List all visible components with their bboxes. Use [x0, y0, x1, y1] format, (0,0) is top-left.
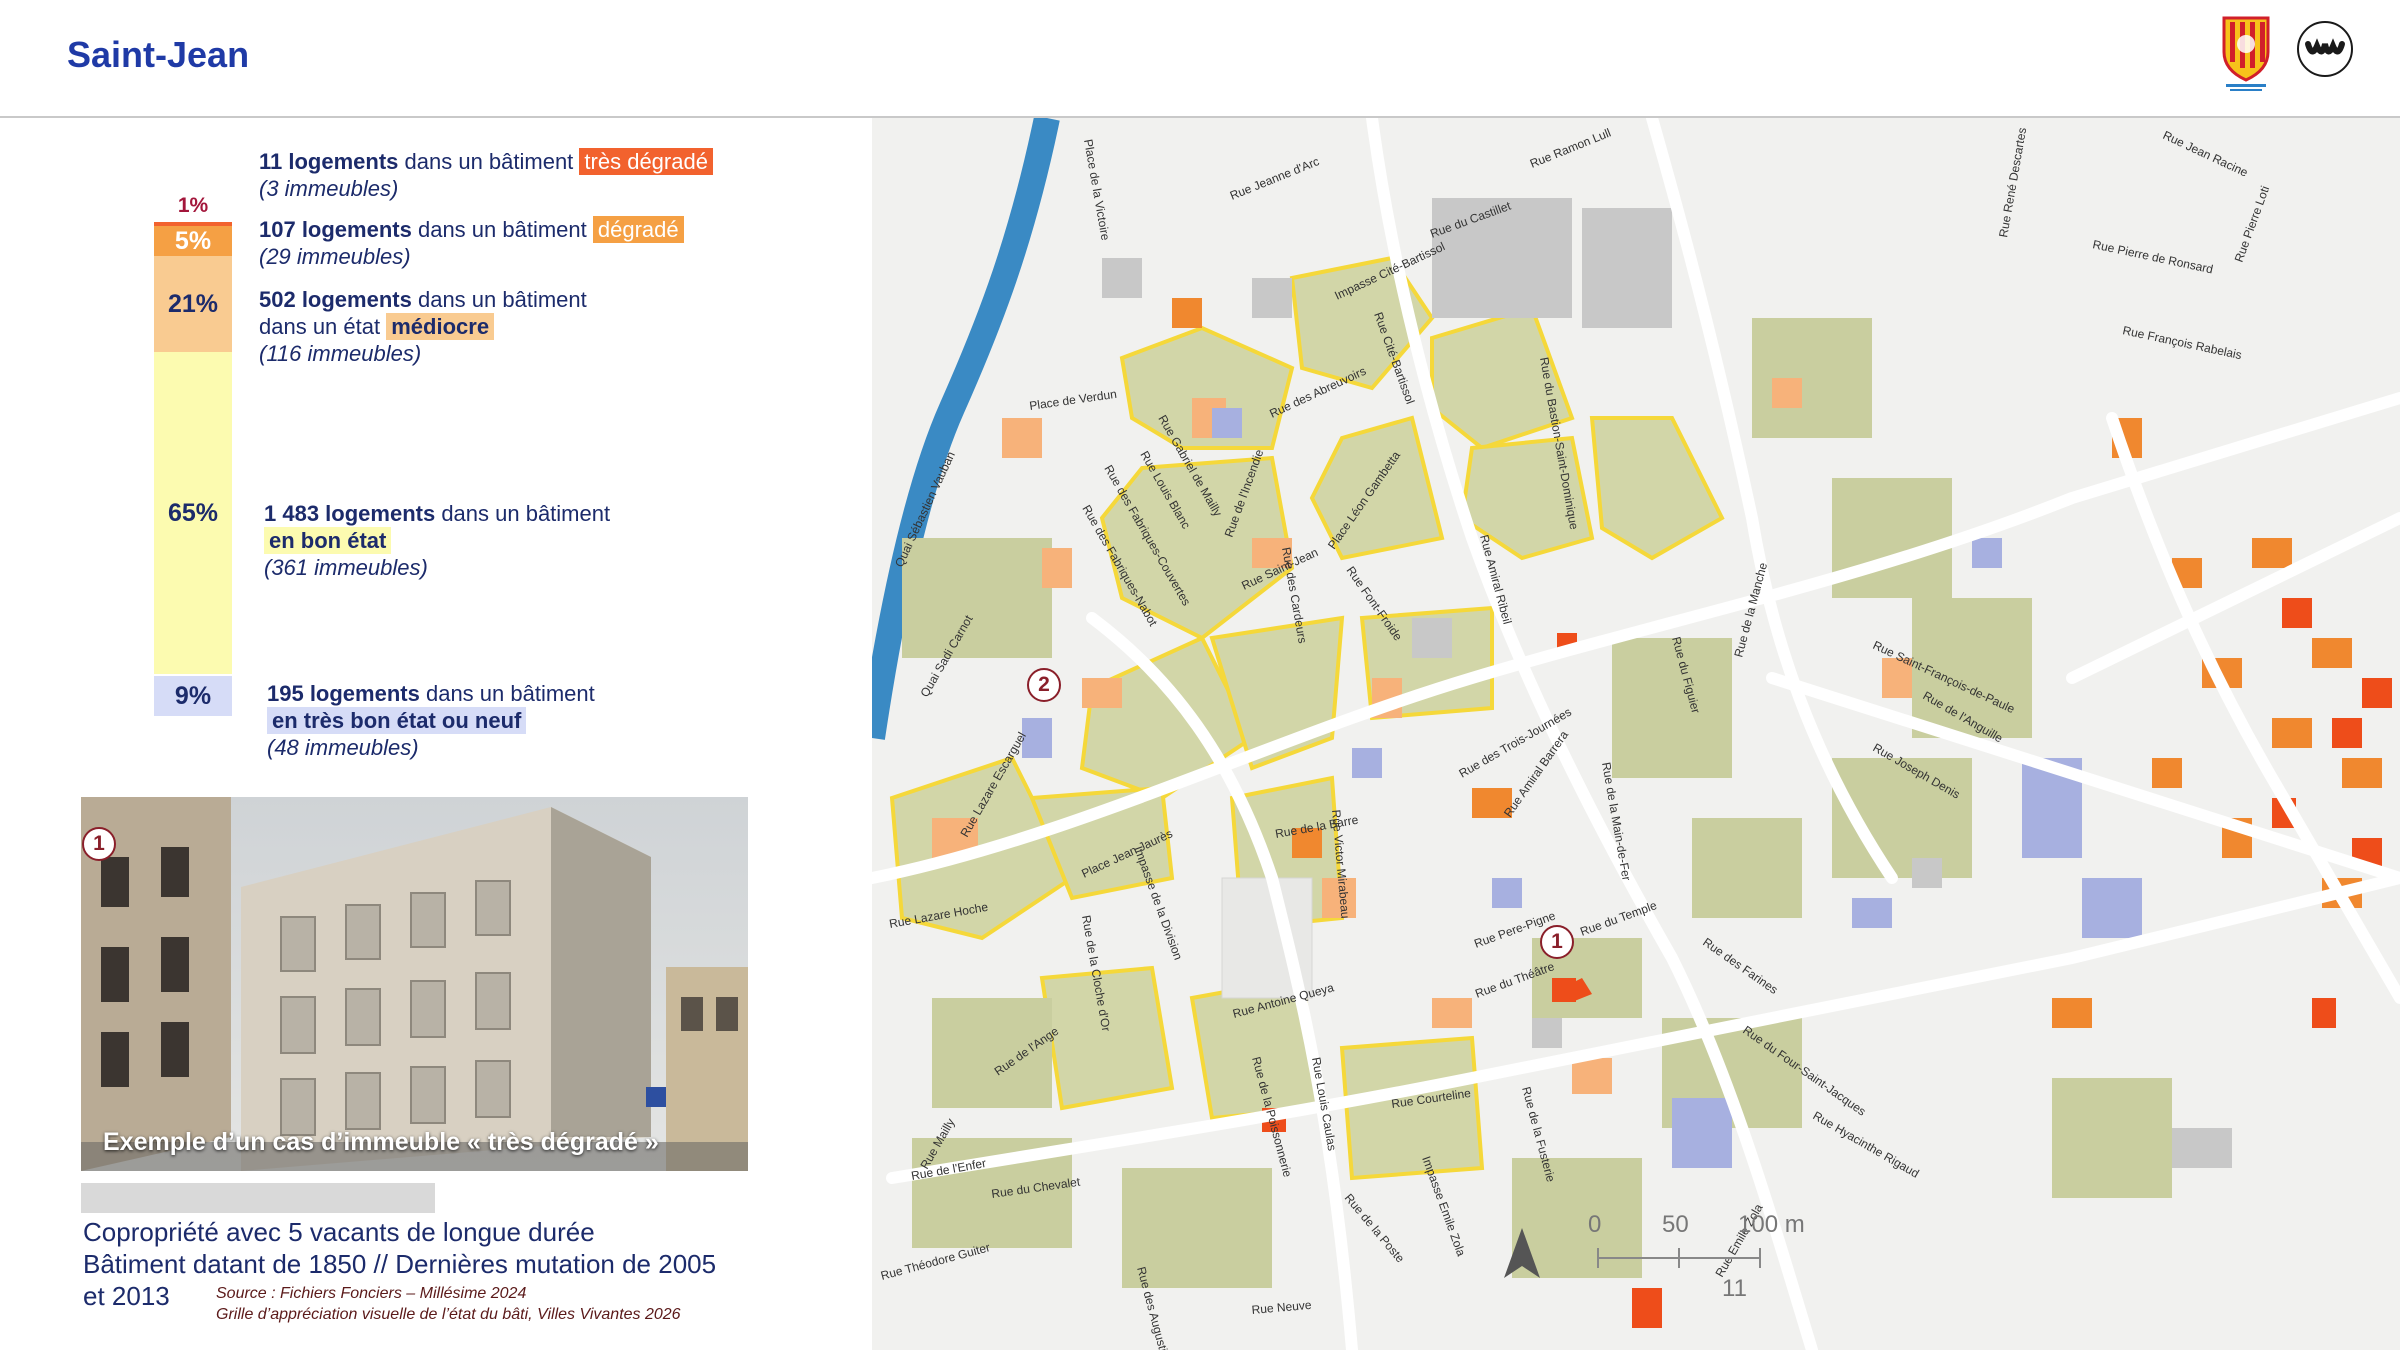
- page-title: Saint-Jean: [67, 34, 250, 75]
- map-marker-1[interactable]: 1: [1540, 925, 1574, 959]
- photo-caption: Exemple d’un cas d’immeuble « très dégra…: [103, 1128, 659, 1156]
- building-illustration: [81, 797, 748, 1171]
- legend-mediocre: 502 logements dans un bâtiment dans un é…: [259, 286, 587, 367]
- legend-text: dans un bâtiment: [441, 501, 611, 526]
- legend-state: très dégradé: [579, 148, 713, 175]
- legend-bon-etat: 1 483 logements dans un bâtiment en bon …: [264, 500, 610, 581]
- pct-label-bon-etat: 65%: [167, 498, 219, 527]
- legend-buildings: (48 immeubles): [267, 735, 419, 760]
- legend-count: 1 483 logements: [264, 501, 436, 526]
- legend-tres-bon-etat: 195 logements dans un bâtiment en très b…: [267, 680, 595, 761]
- gray-divider: [81, 1183, 435, 1213]
- description-line1: Copropriété avec 5 vacants de longue dur…: [83, 1217, 595, 1247]
- legend-text: dans un bâtiment: [417, 217, 587, 242]
- perpignan-logo: [2222, 16, 2270, 91]
- bar-bon-etat: 65%: [154, 352, 232, 674]
- source-line1: Source : Fichiers Fonciers – Millésime 2…: [216, 1285, 527, 1302]
- legend-buildings: (361 immeubles): [264, 555, 428, 580]
- scale-label: 50: [1662, 1211, 1689, 1238]
- pct-label-tres-degrade: 1%: [177, 194, 209, 217]
- header: Saint-Jean: [0, 0, 2400, 118]
- villes-vivantes-logo: [2297, 21, 2353, 77]
- legend-buildings: (3 immeubles): [259, 176, 399, 201]
- legend-count: 11 logements: [259, 149, 399, 174]
- legend-buildings: (116 immeubles): [259, 341, 422, 366]
- building-photo: 1 Exemple d’un cas d’immeuble « très dég…: [81, 797, 748, 1171]
- legend-count: 107 logements: [259, 217, 412, 242]
- legend-degrade: 107 logements dans un bâtiment dégradé (…: [259, 216, 684, 270]
- description-line2: Bâtiment datant de 1850 // Dernières mut…: [83, 1249, 717, 1279]
- legend-buildings: (29 immeubles): [259, 244, 411, 269]
- scale-label: 100 m: [1738, 1211, 1805, 1238]
- scale-label: 0: [1588, 1211, 1601, 1238]
- map-canvas[interactable]: Rue Jeanne d'Arc Rue Ramon Lull Rue Jean…: [872, 118, 2400, 1350]
- bar-tres-bon-etat: 9%: [154, 676, 232, 716]
- pct-label-tres-bon-etat: 9%: [174, 681, 212, 710]
- map-marker-label: 2: [1038, 673, 1050, 696]
- map-marker-label: 1: [1551, 930, 1563, 953]
- map[interactable]: Rue Jeanne d'Arc Rue Ramon Lull Rue Jean…: [872, 118, 2400, 1350]
- legend-state: en bon état: [264, 527, 392, 554]
- legend-count: 195 logements: [267, 681, 420, 706]
- pct-label-degrade: 5%: [174, 226, 212, 255]
- legend-text2: dans un état: [259, 314, 381, 339]
- legend-count: 502 logements: [259, 287, 412, 312]
- legend-text: dans un bâtiment: [404, 149, 574, 174]
- legend-text: dans un bâtiment: [425, 681, 595, 706]
- photo-marker-1: 1: [82, 827, 116, 861]
- map-marker-2[interactable]: 2: [1027, 668, 1061, 702]
- bar-degrade: 5%: [154, 226, 232, 256]
- pct-label-mediocre: 21%: [167, 289, 219, 318]
- legend-state: en très bon état ou neuf: [267, 707, 527, 734]
- page-number: 11: [1722, 1275, 1747, 1302]
- bar-mediocre: 21%: [154, 256, 232, 352]
- source: Source : Fichiers Fonciers – Millésime 2…: [216, 1283, 681, 1325]
- legend-state: médiocre: [386, 313, 495, 340]
- legend-text: dans un bâtiment: [417, 287, 587, 312]
- source-line2: Grille d’appréciation visuelle de l’état…: [216, 1306, 681, 1323]
- legend-tres-degrade: 11 logements dans un bâtiment très dégra…: [259, 148, 713, 202]
- legend-state: dégradé: [592, 216, 684, 243]
